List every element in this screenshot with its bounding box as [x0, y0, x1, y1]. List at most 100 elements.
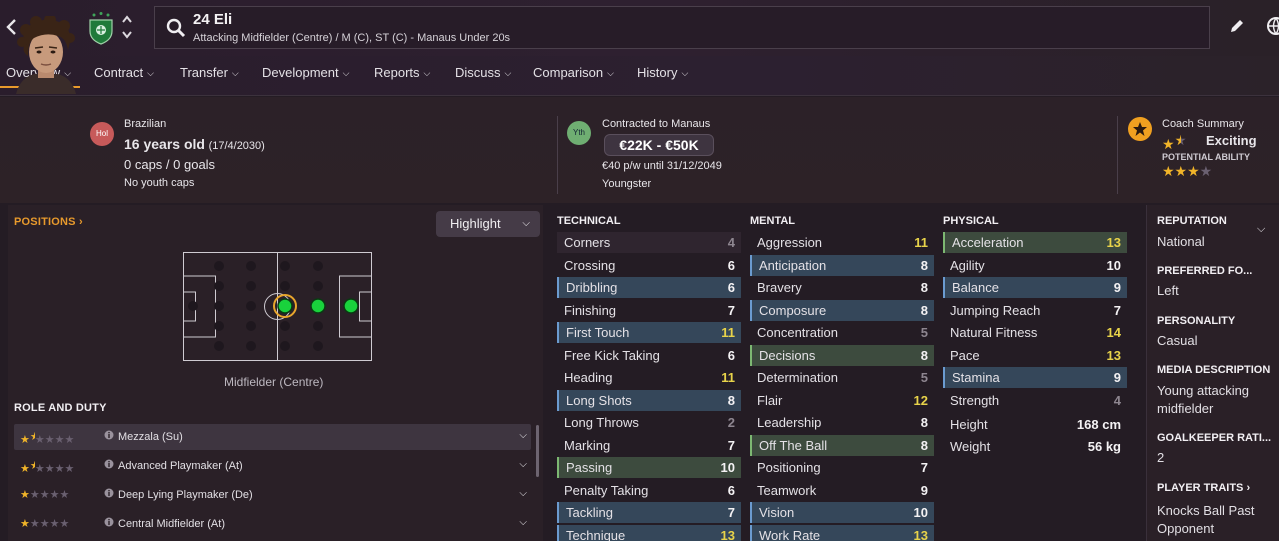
attribute-row-natural-fitness[interactable]: Natural Fitness 14 — [943, 322, 1127, 343]
technical-header: TECHNICAL — [557, 215, 621, 227]
attribute-value: 4 — [1113, 392, 1121, 408]
info-icon[interactable] — [104, 459, 114, 469]
tab-history[interactable]: History ⌵ — [637, 65, 688, 80]
attribute-row-crossing[interactable]: Crossing 6 — [557, 255, 741, 276]
player-subtitle: Attacking Midfielder (Centre) / M (C), S… — [193, 32, 511, 44]
attribute-row-determination[interactable]: Determination 5 — [750, 367, 934, 388]
attribute-row-strength[interactable]: Strength 4 — [943, 390, 1127, 411]
wage-range-pill[interactable]: €22K - €50K — [604, 134, 714, 156]
search-icon[interactable] — [165, 17, 187, 39]
hol-badge[interactable]: Hol — [90, 122, 114, 146]
tab-label: Discuss — [455, 65, 501, 80]
attribute-row-balance[interactable]: Balance 9 — [943, 277, 1127, 298]
attribute-name: Tackling — [566, 505, 613, 520]
chevron-down-icon[interactable]: ⌵ — [1257, 223, 1265, 236]
top-bar: 24 Eli Attacking Midfielder (Centre) / M… — [0, 0, 1279, 56]
attribute-value: 9 — [920, 482, 928, 498]
chevron-down-icon[interactable]: ⌵ — [519, 430, 527, 441]
attribute-row-positioning[interactable]: Positioning 7 — [750, 457, 934, 478]
attribute-row-aggression[interactable]: Aggression 11 — [750, 232, 934, 253]
attribute-row-bravery[interactable]: Bravery 8 — [750, 277, 934, 298]
tab-label: Transfer — [180, 65, 228, 80]
chevron-down-icon[interactable]: ⌵ — [519, 459, 527, 470]
personality-label: PERSONALITY — [1157, 315, 1236, 327]
age-line: 16 years old (17/4/2030) — [124, 136, 265, 152]
positions-link[interactable]: POSITIONS › — [14, 216, 83, 228]
attribute-name: Technique — [566, 527, 626, 541]
attribute-row-vision[interactable]: Vision 10 — [750, 502, 934, 523]
info-icon[interactable] — [104, 430, 114, 440]
attribute-row-composure[interactable]: Composure 8 — [750, 299, 934, 321]
attribute-value: 14 — [1106, 325, 1121, 340]
player-traits-link[interactable]: PLAYER TRAITS › — [1157, 482, 1250, 494]
edit-pencil-icon[interactable] — [1228, 17, 1246, 35]
attribute-row-heading[interactable]: Heading 11 — [557, 367, 741, 388]
physical-header: PHYSICAL — [943, 215, 999, 227]
globe-icon[interactable] — [1266, 16, 1279, 36]
tab-contract[interactable]: Contract ⌵ — [94, 65, 154, 80]
attribute-row-dribbling[interactable]: Dribbling 6 — [557, 277, 741, 298]
attribute-value: 11 — [914, 235, 928, 250]
attribute-row-long-throws[interactable]: Long Throws 2 — [557, 412, 741, 433]
role-rating-stars: ★★★★★ — [20, 518, 70, 530]
tab-development[interactable]: Development ⌵ — [262, 65, 349, 80]
attribute-row-flair[interactable]: Flair 12 — [750, 390, 934, 411]
attribute-name: Determination — [757, 370, 838, 385]
attribute-row-jumping-reach[interactable]: Jumping Reach 7 — [943, 300, 1127, 321]
attribute-row-finishing[interactable]: Finishing 7 — [557, 300, 741, 321]
attribute-row-teamwork[interactable]: Teamwork 9 — [750, 480, 934, 501]
attribute-row-stamina[interactable]: Stamina 9 — [943, 367, 1127, 388]
info-icon[interactable] — [104, 488, 114, 498]
role-row-central-midfielder[interactable]: ★★★★★ Central Midfielder (At) ⌵ — [14, 511, 531, 537]
attribute-row-tackling[interactable]: Tackling 7 — [557, 502, 741, 523]
role-row-mezzala[interactable]: ★★★★★★ Mezzala (Su) ⌵ — [14, 424, 531, 450]
role-name: Deep Lying Playmaker (De) — [118, 489, 253, 501]
role-row-deep-lying-playmaker[interactable]: ★★★★★ Deep Lying Playmaker (De) ⌵ — [14, 482, 531, 508]
attribute-name: Penalty Taking — [564, 482, 649, 498]
attribute-value: 8 — [920, 347, 928, 363]
attribute-row-agility[interactable]: Agility 10 — [943, 255, 1127, 276]
attribute-row-technique[interactable]: Technique 13 — [557, 524, 741, 541]
info-icon[interactable] — [104, 517, 114, 527]
attribute-row-marking[interactable]: Marking 7 — [557, 435, 741, 456]
club-switch-arrows[interactable] — [120, 12, 134, 42]
tab-transfer[interactable]: Transfer ⌵ — [180, 65, 239, 80]
wage-detail: €40 p/w until 31/12/2049 — [602, 160, 722, 172]
attribute-row-leadership[interactable]: Leadership 8 — [750, 412, 934, 433]
attribute-row-passing[interactable]: Passing 10 — [557, 457, 741, 478]
attribute-name: Concentration — [757, 325, 838, 340]
attribute-row-free-kick-taking[interactable]: Free Kick Taking 6 — [557, 345, 741, 366]
tab-reports[interactable]: Reports ⌵ — [374, 65, 430, 80]
attribute-row-corners[interactable]: Corners 4 — [557, 232, 741, 253]
attribute-row-anticipation[interactable]: Anticipation 8 — [750, 254, 934, 276]
attribute-row-off-the-ball[interactable]: Off The Ball 8 — [750, 434, 934, 456]
attribute-value: 8 — [920, 280, 928, 295]
attribute-row-pace[interactable]: Pace 13 — [943, 345, 1127, 366]
chevron-down-icon[interactable]: ⌵ — [519, 488, 527, 499]
attribute-name: Pace — [950, 347, 980, 363]
tab-bar: Overview ⌵ Contract ⌵ Transfer ⌵ Developmen… — [0, 56, 1279, 96]
media-description-label: MEDIA DESCRIPTION — [1157, 364, 1271, 376]
attribute-name: Flair — [757, 392, 783, 408]
tab-comparison[interactable]: Comparison ⌵ — [533, 65, 614, 80]
height-label: Height — [950, 417, 988, 432]
role-rating-stars: ★★★★★ — [20, 489, 70, 501]
club-crest-icon[interactable] — [86, 11, 116, 45]
attribute-row-concentration[interactable]: Concentration 5 — [750, 322, 934, 343]
chevron-down-icon: ⌵ — [522, 218, 530, 229]
attribute-row-penalty-taking[interactable]: Penalty Taking 6 — [557, 480, 741, 501]
attribute-value: 6 — [727, 482, 735, 498]
tab-discuss[interactable]: Discuss ⌵ — [455, 65, 511, 80]
attribute-row-decisions[interactable]: Decisions 8 — [750, 344, 934, 366]
roles-scrollbar[interactable] — [536, 425, 539, 477]
attribute-row-long-shots[interactable]: Long Shots 8 — [557, 389, 741, 411]
attribute-name: Decisions — [759, 347, 816, 363]
attribute-row-first-touch[interactable]: First Touch 11 — [557, 322, 741, 343]
attribute-row-acceleration[interactable]: Acceleration 13 — [943, 232, 1127, 253]
player-search-box[interactable]: 24 Eli Attacking Midfielder (Centre) / M… — [154, 6, 1210, 49]
attribute-name: Natural Fitness — [950, 325, 1038, 340]
highlight-dropdown[interactable]: Highlight ⌵ — [436, 211, 540, 237]
chevron-down-icon[interactable]: ⌵ — [519, 517, 527, 528]
role-row-advanced-playmaker[interactable]: ★★★★★★ Advanced Playmaker (At) ⌵ — [14, 453, 531, 479]
attribute-row-work-rate[interactable]: Work Rate 13 — [750, 524, 934, 541]
